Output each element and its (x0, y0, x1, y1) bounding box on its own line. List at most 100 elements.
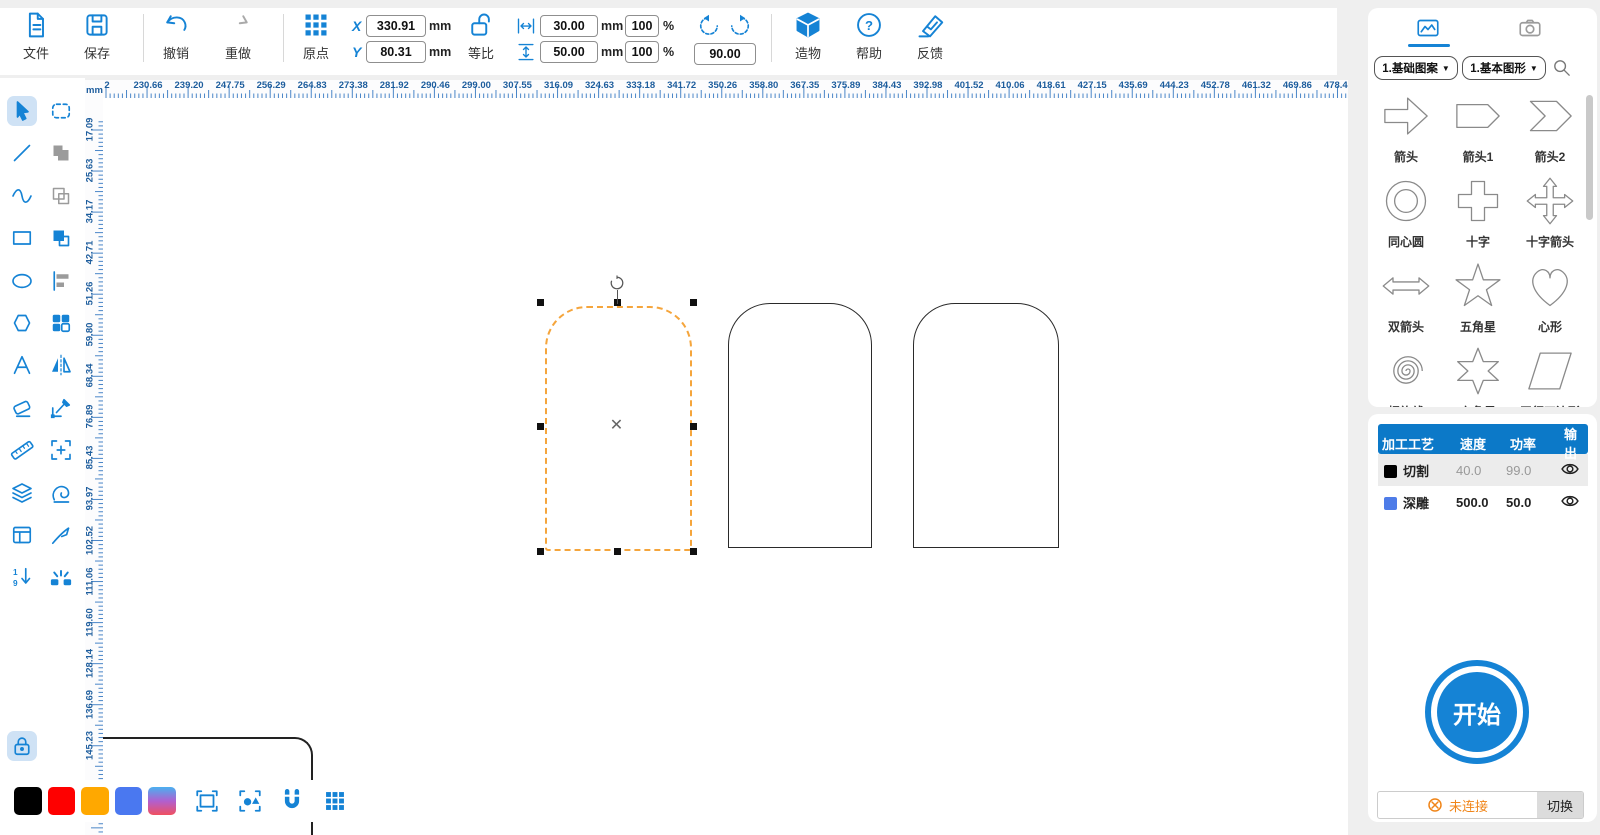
serial-tool-button[interactable]: 19 (7, 562, 37, 592)
proportional-lock-button[interactable]: 等比 (453, 11, 509, 62)
shape-item-8[interactable]: 五角星 (1442, 258, 1514, 335)
undo-icon (162, 11, 190, 39)
power-value[interactable]: 99.0 (1506, 463, 1560, 478)
split-tool-button[interactable] (46, 562, 76, 592)
height-input[interactable] (540, 41, 598, 63)
file-button[interactable]: 文件 (8, 11, 64, 62)
output-visibility-toggle[interactable] (1560, 459, 1588, 482)
undo-button[interactable]: 撤销 (148, 11, 204, 62)
color-swatch-4[interactable] (114, 787, 143, 815)
polygon-tool-button[interactable] (7, 308, 37, 338)
color-swatch-5[interactable] (148, 787, 176, 815)
grid9-button[interactable] (320, 786, 350, 816)
rotate-cw-button[interactable] (728, 14, 752, 38)
process-row-深雕[interactable]: 深雕 500.0 50.0 (1378, 486, 1588, 518)
shape-item-1[interactable]: 箭头 (1370, 88, 1442, 165)
select-tool-button[interactable] (7, 96, 37, 126)
layers-tool-button[interactable] (7, 478, 37, 508)
origin-button[interactable]: 原点 (288, 11, 344, 62)
search-icon[interactable] (1552, 58, 1572, 78)
rotation-input[interactable] (694, 43, 756, 65)
help-button[interactable]: ? 帮助 (841, 11, 897, 62)
rect-tool-button[interactable] (7, 223, 37, 253)
marquee-tool-button[interactable] (46, 96, 76, 126)
create-button[interactable]: 造物 (780, 11, 836, 62)
switch-device-button[interactable]: 切换 (1537, 792, 1583, 818)
ellipse-tool-button[interactable] (7, 266, 37, 296)
node-edit-tool-button[interactable] (46, 393, 76, 423)
ruler-tick-label: 316.09 (543, 80, 574, 91)
curve-tool-button[interactable] (7, 181, 37, 211)
table-tool-button[interactable] (7, 520, 37, 550)
rotate-handle[interactable] (609, 275, 625, 291)
selection-handle[interactable] (537, 422, 544, 430)
redo-button[interactable]: 重做 (210, 11, 266, 62)
align-tool-button[interactable] (46, 266, 76, 296)
power-value[interactable]: 50.0 (1506, 495, 1560, 510)
selection-handle[interactable] (613, 548, 621, 555)
shape-item-10[interactable]: 螺旋线 (1370, 343, 1442, 407)
shape-item-12[interactable]: 平行四边形 (1514, 343, 1586, 407)
line-tool-button[interactable] (7, 138, 37, 168)
selection-handle[interactable] (537, 548, 544, 555)
rotate-ccw-button[interactable] (697, 14, 721, 38)
combine-tool-button[interactable] (46, 223, 76, 253)
frame-button[interactable] (192, 786, 222, 816)
shape-item-6[interactable]: 十字箭头 (1514, 173, 1586, 250)
color-swatch-1[interactable] (14, 787, 42, 815)
magnet-button[interactable] (277, 786, 307, 816)
subcategory-dropdown[interactable]: 1.基本图形 ▼ (1462, 56, 1546, 80)
category-dropdown[interactable]: 1.基础图案 ▼ (1374, 56, 1458, 80)
layer-color-chip[interactable] (1384, 496, 1397, 510)
selection-handle[interactable] (690, 422, 697, 430)
selection-handle[interactable] (690, 299, 697, 306)
selection-handle[interactable] (690, 548, 697, 555)
pen-tool-button[interactable] (46, 520, 76, 550)
width-input[interactable] (540, 15, 598, 37)
ruler-icon (10, 438, 34, 462)
height-percent-input[interactable] (625, 41, 659, 63)
table-header-cell: 加工工艺 (1382, 436, 1435, 452)
shape-item-11[interactable]: 六角星 (1442, 343, 1514, 407)
dimension-tool-button[interactable] (46, 435, 76, 465)
speed-value[interactable]: 500.0 (1456, 495, 1506, 510)
ruler-tick-label: 401.52 (954, 80, 984, 91)
gallery-tab[interactable] (1414, 16, 1442, 40)
mirror-tool-button[interactable] (46, 350, 76, 380)
y-coordinate-input[interactable] (366, 41, 426, 63)
process-row-切割[interactable]: 切割 40.0 99.0 (1378, 454, 1588, 486)
feedback-button[interactable]: 反馈 (902, 11, 958, 62)
x-coordinate-input[interactable] (366, 15, 426, 37)
start-button[interactable]: 开始 (1425, 660, 1529, 764)
speed-value[interactable]: 40.0 (1456, 463, 1506, 478)
lock-tool-button[interactable] (7, 731, 37, 761)
canvas-shape-2[interactable] (728, 303, 872, 548)
shape-item-7[interactable]: 双箭头 (1370, 258, 1442, 335)
width-percent-input[interactable] (625, 15, 659, 37)
connection-status[interactable]: 未连接 (1378, 792, 1537, 818)
save-button[interactable]: 保存 (69, 11, 125, 62)
eraser-tool-button[interactable] (7, 393, 37, 423)
shape-item-4[interactable]: 同心圆 (1370, 173, 1442, 250)
text-tool-button[interactable] (7, 350, 37, 380)
auto-layout-button[interactable] (235, 786, 265, 816)
color-swatch-3[interactable] (81, 787, 109, 815)
subtract-tool-button[interactable] (46, 181, 76, 211)
shape-item-5[interactable]: 十字 (1442, 173, 1514, 250)
grid-group-tool-button[interactable] (46, 308, 76, 338)
offset-tool-button[interactable] (46, 478, 76, 508)
weld-icon (49, 141, 73, 165)
canvas[interactable]: ✕ (103, 98, 1348, 835)
color-swatch-2[interactable] (47, 787, 76, 815)
ruler-tool-button[interactable] (7, 435, 37, 465)
layer-color-chip[interactable] (1384, 464, 1397, 478)
shape-item-2[interactable]: 箭头1 (1442, 88, 1514, 165)
gallery-scrollbar[interactable] (1586, 95, 1593, 220)
selection-handle[interactable] (537, 299, 544, 306)
shape-item-9[interactable]: 心形 (1514, 258, 1586, 335)
shape-item-3[interactable]: 箭头2 (1514, 88, 1586, 165)
camera-tab[interactable] (1516, 16, 1544, 40)
canvas-shape-3[interactable] (913, 303, 1059, 548)
output-visibility-toggle[interactable] (1560, 491, 1588, 514)
weld-tool-button[interactable] (46, 138, 76, 168)
